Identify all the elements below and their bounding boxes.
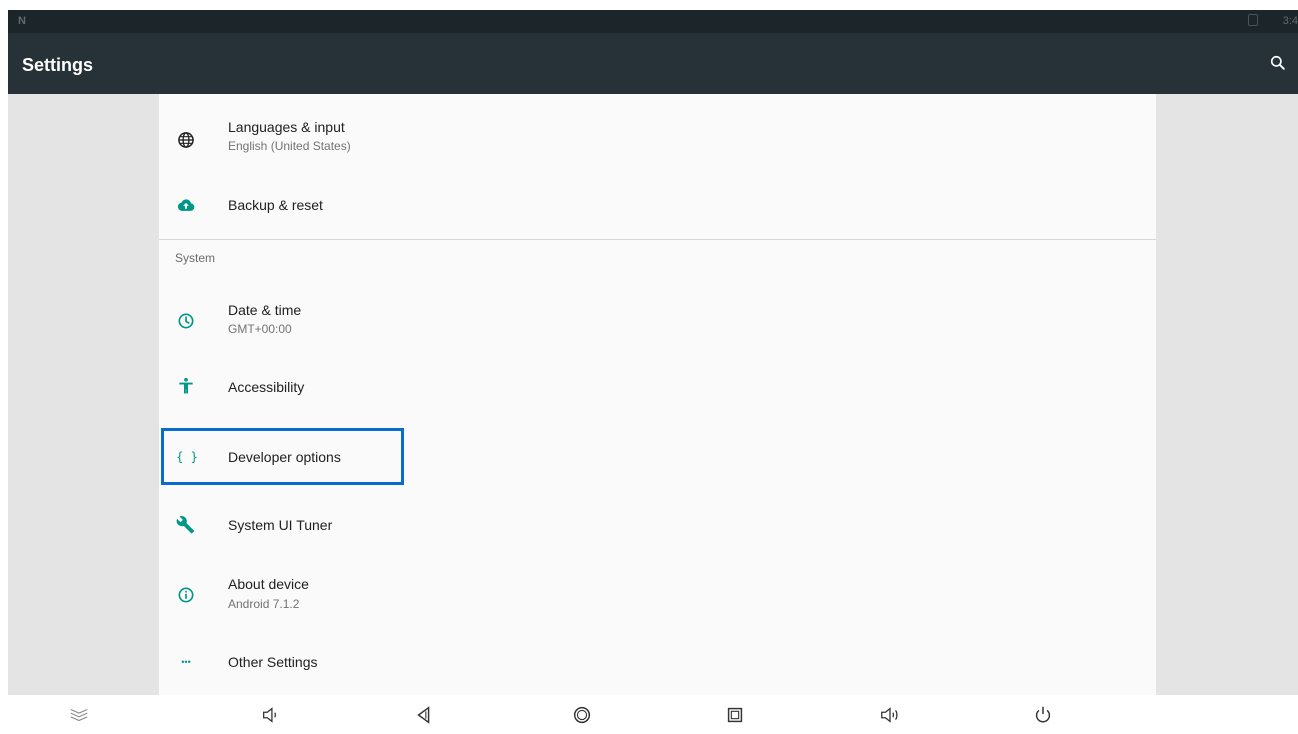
home-icon[interactable] bbox=[569, 703, 595, 727]
recents-icon[interactable] bbox=[722, 703, 748, 727]
settings-item-accessibility[interactable]: Accessibility bbox=[159, 359, 1156, 415]
selection-highlight bbox=[161, 428, 404, 485]
settings-item-label: Backup & reset bbox=[228, 197, 323, 213]
settings-item-label: About device bbox=[228, 576, 309, 592]
settings-item-label: Languages & input bbox=[228, 119, 345, 135]
no-sim-icon bbox=[1248, 14, 1258, 26]
accessibility-icon bbox=[175, 375, 197, 397]
settings-item-date-time[interactable]: Date & time GMT+00:00 bbox=[159, 293, 1156, 349]
back-icon[interactable] bbox=[411, 703, 437, 727]
navigation-bar bbox=[0, 695, 1298, 734]
content-area: Languages & input English (United States… bbox=[8, 94, 1298, 695]
settings-item-summary: Android 7.1.2 bbox=[228, 597, 300, 611]
settings-item-summary: GMT+00:00 bbox=[228, 322, 292, 336]
volume-up-icon[interactable] bbox=[877, 703, 903, 727]
settings-item-label: Date & time bbox=[228, 302, 302, 318]
settings-item-other-settings[interactable]: ••• Other Settings bbox=[159, 634, 1156, 690]
more-dots-icon: ••• bbox=[181, 657, 191, 667]
notification-logo: N bbox=[18, 15, 26, 27]
settings-item-label: Accessibility bbox=[228, 379, 305, 395]
collapse-icon[interactable] bbox=[66, 703, 92, 727]
settings-item-backup-reset[interactable]: Backup & reset bbox=[159, 177, 1156, 233]
app-bar: Settings bbox=[8, 33, 1298, 94]
top-strip bbox=[0, 0, 1298, 10]
status-bar: N 3:4 bbox=[8, 10, 1298, 33]
search-icon[interactable] bbox=[1268, 53, 1288, 73]
power-icon[interactable] bbox=[1030, 703, 1056, 727]
settings-item-system-ui-tuner[interactable]: System UI Tuner bbox=[159, 496, 1156, 552]
volume-down-icon[interactable] bbox=[258, 703, 284, 727]
clock-icon bbox=[175, 310, 197, 332]
settings-item-label: System UI Tuner bbox=[228, 517, 333, 533]
section-header-system: System bbox=[175, 251, 216, 265]
settings-item-label: Other Settings bbox=[228, 654, 318, 670]
page-title: Settings bbox=[22, 55, 94, 75]
cloud-upload-icon bbox=[175, 194, 197, 216]
info-icon bbox=[175, 584, 197, 606]
status-clock: 3:4 bbox=[1282, 15, 1298, 27]
settings-item-summary: English (United States) bbox=[228, 139, 351, 153]
settings-item-languages[interactable]: Languages & input English (United States… bbox=[159, 112, 1156, 168]
settings-item-about-device[interactable]: About device Android 7.1.2 bbox=[159, 567, 1156, 623]
globe-icon bbox=[175, 129, 197, 151]
settings-list[interactable]: Languages & input English (United States… bbox=[159, 94, 1156, 695]
section-divider bbox=[159, 239, 1156, 240]
wrench-icon bbox=[175, 514, 197, 536]
